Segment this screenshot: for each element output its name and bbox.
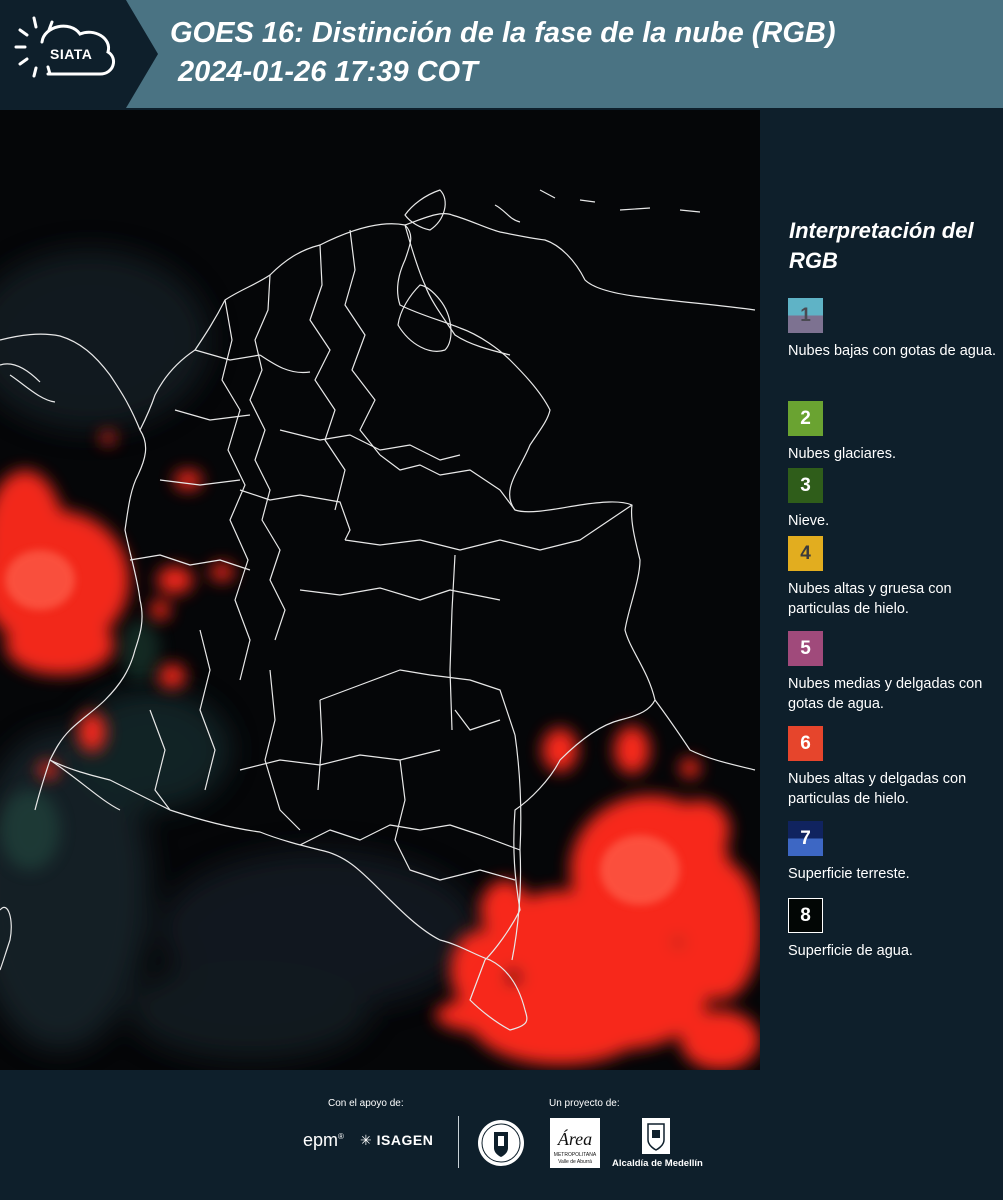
- legend-item-1: 1 Nubes bajas con gotas de agua.: [788, 298, 998, 361]
- svg-text:METROPOLITANA: METROPOLITANA: [554, 1152, 597, 1158]
- legend-swatch: 6: [788, 726, 823, 761]
- support-label: Con el apoyo de:: [328, 1098, 404, 1109]
- legend-swatch-number: 1: [800, 304, 811, 326]
- legend-item-6: 6 Nubes altas y delgadas con particulas d…: [788, 726, 998, 809]
- satellite-image: [0, 189, 760, 1070]
- alcaldia-shield-icon: [642, 1118, 670, 1154]
- university-seal-icon: [478, 1120, 524, 1166]
- legend-swatch: 5: [788, 631, 823, 666]
- header-bar: SIATA GOES 16: Distinción de la fase de …: [0, 0, 1003, 108]
- footer: Con el apoyo de: Un proyecto de: epm® ✳ …: [0, 1070, 1003, 1200]
- footer-divider: [458, 1116, 459, 1168]
- page-title: GOES 16: Distinción de la fase de la nub…: [170, 17, 836, 49]
- legend-swatch: 7: [788, 821, 823, 856]
- legend-swatch-number: 5: [800, 637, 811, 659]
- legend-swatch: 8: [788, 898, 823, 933]
- alcaldia-label: Alcaldía de Medellín: [612, 1158, 703, 1169]
- legend-swatch-number: 6: [800, 732, 811, 754]
- legend-swatch: 1: [788, 298, 823, 333]
- legend-swatch-number: 3: [800, 474, 811, 496]
- legend-swatch-number: 7: [800, 827, 811, 849]
- satellite-map[interactable]: [0, 110, 760, 1070]
- legend-item-7: 7 Superficie terreste.: [788, 821, 998, 884]
- legend-item-5: 5 Nubes medias y delgadas con gotas de ag…: [788, 631, 998, 714]
- legend-title: Interpretación del RGB: [789, 218, 974, 273]
- area-metropolitana-logo: Área METROPOLITANA Valle de Aburrá: [550, 1118, 600, 1168]
- legend-swatch-number: 4: [800, 542, 811, 564]
- page-timestamp: 2024-01-26 17:39 COT: [178, 56, 478, 88]
- legend-swatch-number: 2: [800, 407, 811, 429]
- legend-label: Nubes altas y gruesa con particulas de h…: [788, 581, 952, 617]
- legend-label: Nubes medias y delgadas con gotas de agu…: [788, 676, 983, 712]
- siata-logo-text: SIATA: [50, 46, 93, 62]
- legend-swatch-number: 8: [800, 904, 811, 926]
- legend-label: Superficie de agua.: [788, 943, 913, 959]
- legend-panel: Interpretación del RGB 1 Nubes bajas con …: [760, 110, 1003, 1070]
- legend-item-8: 8 Superficie de agua.: [788, 898, 998, 961]
- epm-logo: epm®: [303, 1130, 344, 1150]
- legend-swatch: 4: [788, 536, 823, 571]
- legend-label: Nubes altas y delgadas con particulas de…: [788, 771, 967, 807]
- svg-text:Valle de Aburrá: Valle de Aburrá: [558, 1159, 592, 1165]
- legend-item-4: 4 Nubes altas y gruesa con particulas de …: [788, 536, 998, 619]
- legend-swatch: 2: [788, 401, 823, 436]
- siata-logo[interactable]: SIATA: [0, 0, 158, 108]
- legend-item-3: 3 Nieve.: [788, 468, 998, 531]
- legend-label: Superficie terreste.: [788, 866, 910, 882]
- ice-clouds-southeast: [435, 726, 760, 1070]
- svg-text:Área: Área: [557, 1128, 592, 1149]
- legend-item-2: 2 Nubes glaciares.: [788, 401, 998, 464]
- isagen-logo: ✳ ISAGEN: [360, 1132, 434, 1148]
- legend-label: Nieve.: [788, 513, 830, 529]
- legend-label: Nubes glaciares.: [788, 446, 896, 462]
- legend-swatch: 3: [788, 468, 823, 503]
- isagen-icon: ✳: [360, 1132, 373, 1148]
- project-label: Un proyecto de:: [549, 1098, 620, 1109]
- legend-label: Nubes bajas con gotas de agua.: [788, 343, 996, 359]
